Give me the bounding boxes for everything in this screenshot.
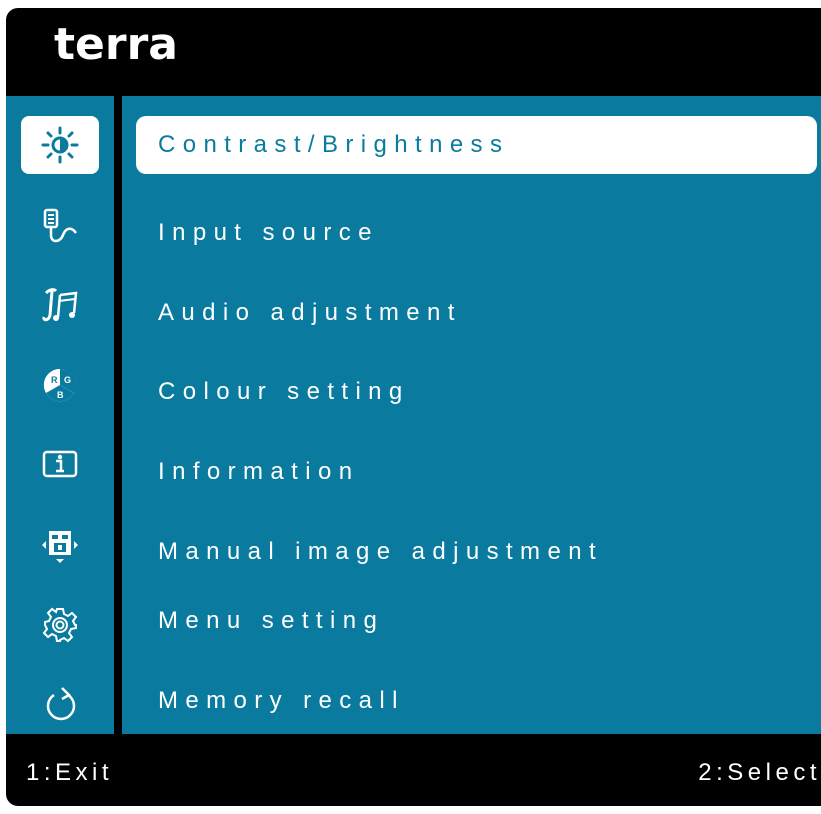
- menu-item-menu-setting[interactable]: Menu setting: [136, 592, 817, 650]
- menu-item-input-source[interactable]: Input source: [136, 204, 817, 262]
- osd-window: terra R G B Contrast/Brightness Input so…: [6, 8, 821, 806]
- header: terra: [6, 8, 821, 84]
- menu-item-label: Contrast/Brightness: [158, 131, 510, 158]
- brightness-icon: [41, 126, 79, 164]
- menu-item-colour-setting[interactable]: Colour setting: [136, 363, 817, 421]
- menu-item-label: Memory recall: [158, 687, 405, 714]
- menu-item-contrast-brightness[interactable]: Contrast/Brightness: [136, 116, 817, 174]
- input-source-icon: [43, 208, 78, 243]
- menu-item-manual-image-adjustment[interactable]: Manual image adjustment: [136, 523, 817, 581]
- menu-item-label: Input source: [158, 219, 379, 246]
- menu-panel: Contrast/Brightness Input source Audio a…: [122, 96, 821, 734]
- sidebar-item-contrast-brightness[interactable]: [21, 116, 99, 174]
- footer: 1:Exit 2:Select: [6, 744, 821, 806]
- menu-item-label: Menu setting: [158, 607, 385, 634]
- rgb-color-icon: R G B: [43, 368, 77, 402]
- sidebar-item-audio[interactable]: [21, 276, 99, 334]
- sidebar-item-input-source[interactable]: [21, 196, 99, 254]
- image-adjust-icon: [42, 531, 78, 563]
- icon-sidebar: R G B: [6, 96, 114, 734]
- audio-icon: [42, 288, 78, 322]
- sidebar-item-manual-image[interactable]: [21, 516, 99, 574]
- menu-item-information[interactable]: Information: [136, 443, 817, 501]
- menu-item-label: Colour setting: [158, 378, 410, 405]
- select-hint[interactable]: 2:Select: [698, 759, 821, 787]
- menu-item-label: Audio adjustment: [158, 299, 462, 326]
- menu-item-label: Information: [158, 458, 360, 485]
- menu-item-memory-recall[interactable]: Memory recall: [136, 672, 817, 730]
- brand-logo: terra: [54, 19, 178, 70]
- sidebar-item-memory-recall[interactable]: [21, 676, 99, 734]
- svg-text:G: G: [64, 375, 71, 385]
- menu-item-audio-adjustment[interactable]: Audio adjustment: [136, 284, 817, 342]
- sidebar-item-colour[interactable]: R G B: [21, 356, 99, 414]
- reset-icon: [46, 687, 76, 721]
- menu-item-label: Manual image adjustment: [158, 538, 604, 565]
- svg-text:R: R: [51, 375, 58, 385]
- sidebar-item-information[interactable]: [21, 436, 99, 494]
- sidebar-item-menu-setting[interactable]: [21, 596, 99, 654]
- exit-hint[interactable]: 1:Exit: [26, 759, 113, 787]
- info-icon: [42, 450, 78, 478]
- gear-icon: [42, 607, 78, 643]
- svg-text:B: B: [57, 390, 64, 400]
